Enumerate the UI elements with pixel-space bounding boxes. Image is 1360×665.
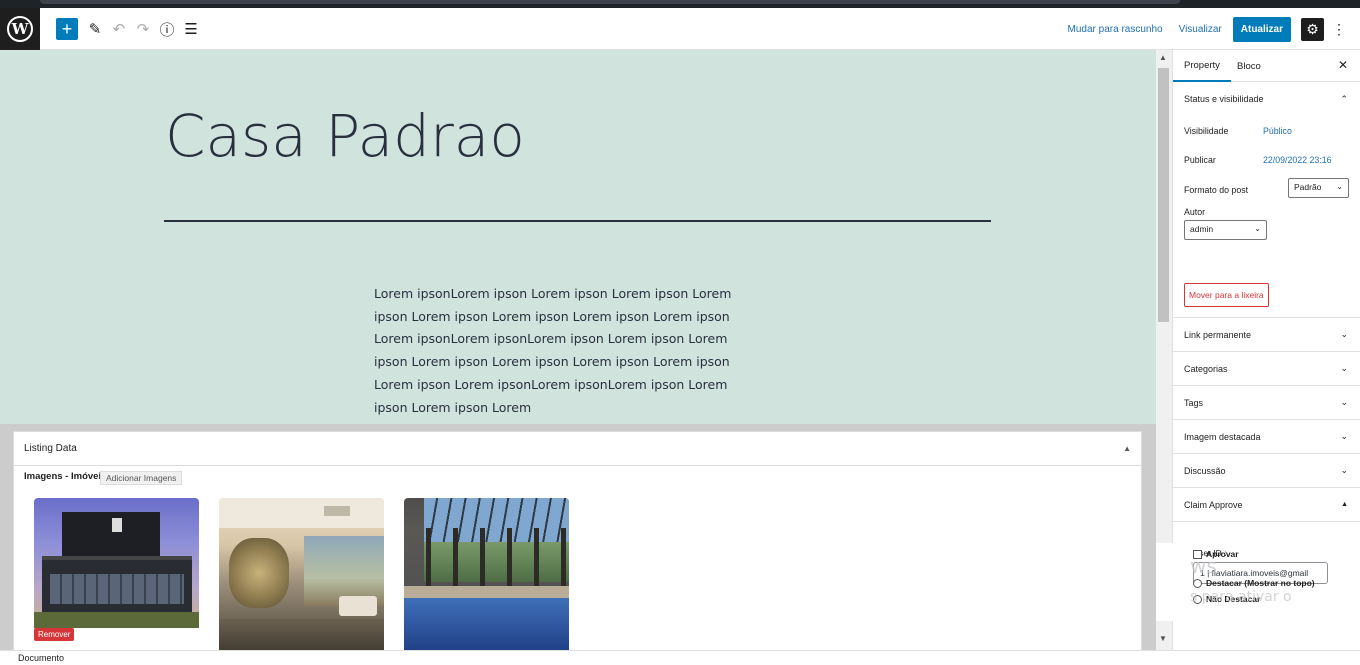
building-glass [50, 574, 184, 604]
collapse-arrow-icon[interactable]: ▲ [1123, 444, 1131, 453]
sidebar-tabs: Property Bloco ✕ [1173, 50, 1360, 82]
edit-tools-icon[interactable]: ✎ [84, 18, 106, 40]
chevron-up-icon: ⌃ [1340, 93, 1348, 104]
chevron-down-icon: ⌄ [1340, 363, 1348, 373]
preview-button[interactable]: Visualizar [1179, 24, 1222, 35]
author-label: Autor [1184, 207, 1206, 217]
details-info-icon[interactable]: ⓘ [156, 18, 178, 40]
options-menu-icon[interactable]: ⋮ [1332, 21, 1346, 38]
discussion-panel-header[interactable]: Discussão ⌄ [1173, 454, 1360, 488]
visibility-value-link[interactable]: Público [1263, 126, 1292, 136]
collapse-arrow-icon: ▲ [1341, 501, 1348, 508]
status-panel-title: Status e visibilidade [1184, 94, 1264, 104]
redo-icon[interactable]: ↷ [132, 18, 154, 40]
sofa-shape [339, 596, 377, 616]
claim-options-overlap [1156, 543, 1173, 621]
chevron-down-icon: ⌄ [1340, 465, 1348, 475]
browser-bar [40, 0, 1180, 4]
claim-approve-panel-title: Claim Approve [1184, 499, 1243, 510]
listing-data-metabox: Listing Data ▲ Imagens - Imóveis Adicion… [13, 431, 1142, 650]
discussion-panel-title: Discussão [1184, 465, 1226, 476]
columns-shape [404, 528, 569, 590]
author-select[interactable]: admin ⌄ [1184, 220, 1267, 240]
featured-image-panel-title: Imagem destacada [1184, 431, 1261, 442]
scroll-up-arrow-icon[interactable]: ▲ [1159, 53, 1167, 62]
images-label: Imagens - Imóveis [24, 471, 107, 482]
wordpress-logo-icon: W [7, 16, 33, 42]
tags-panel-header[interactable]: Tags ⌄ [1173, 386, 1360, 420]
highlight-radio[interactable]: Destacar (Mostrar no topo) [1193, 578, 1315, 588]
chevron-down-icon: ⌄ [1340, 397, 1348, 407]
post-title[interactable]: Casa Padrao [165, 102, 525, 170]
paragraph-block[interactable]: Lorem ipsonLorem ipson Lorem ipson Lorem… [374, 283, 764, 419]
categories-panel-title: Categorias [1184, 363, 1228, 374]
move-to-trash-button[interactable]: Mover para a lixeira [1184, 283, 1269, 307]
status-panel-header[interactable]: Status e visibilidade ⌃ [1173, 82, 1360, 116]
metabox-title: Listing Data [24, 443, 77, 454]
toolbar-right-actions: Mudar para rascunho Visualizar Atualizar… [1068, 8, 1360, 50]
tags-panel-title: Tags [1184, 397, 1204, 408]
building-sign [112, 518, 122, 532]
ceiling-shape [219, 498, 384, 528]
featured-image-panel-header[interactable]: Imagem destacada ⌄ [1173, 420, 1360, 454]
metabox-header[interactable]: Listing Data ▲ [14, 432, 1141, 466]
update-button[interactable]: Atualizar [1232, 16, 1291, 42]
browser-top-strip [0, 0, 1360, 8]
add-images-button[interactable]: Adicionar Imagens [100, 471, 183, 485]
chevron-down-icon: ⌄ [1254, 224, 1261, 233]
ceiling-fixture [324, 506, 350, 516]
highlight-label: Destacar (Mostrar no topo) [1206, 578, 1315, 588]
tab-property[interactable]: Property [1173, 50, 1231, 82]
radio-circle[interactable] [1193, 578, 1202, 588]
add-block-button[interactable]: + [56, 18, 78, 40]
permalink-panel-title: Link permanente [1184, 329, 1252, 340]
publish-label: Publicar [1184, 155, 1216, 165]
tab-bloco[interactable]: Bloco [1237, 50, 1261, 82]
scroll-down-arrow-icon[interactable]: ▼ [1159, 634, 1167, 643]
claim-approve-panel-header[interactable]: Claim Approve ▲ [1173, 488, 1360, 522]
editor-toolbar: W + ✎ ↶ ↷ ⓘ ☰ Mudar para rascunho Visual… [0, 8, 1360, 50]
remove-image-button[interactable]: Remover [34, 628, 75, 641]
publish-date-link[interactable]: 22/09/2022 23:16 [1263, 155, 1332, 165]
cover-block[interactable]: Casa Padrao Lorem ipsonLorem ipson Lorem… [0, 50, 1156, 424]
floor-shape [219, 619, 384, 650]
settings-gear-icon[interactable]: ⚙ [1301, 17, 1324, 41]
separator-line [164, 220, 991, 222]
activation-watermark-line1: ws [1190, 554, 1217, 578]
block-breadcrumb-footer: Documento [0, 650, 1360, 665]
chevron-down-icon: ⌄ [1336, 182, 1343, 191]
foreground-blur [229, 538, 289, 608]
close-sidebar-icon[interactable]: ✕ [1338, 58, 1348, 72]
categories-panel-header[interactable]: Categorias ⌄ [1173, 352, 1360, 386]
visibility-label: Visibilidade [1184, 126, 1229, 136]
ground-shape [34, 612, 199, 628]
pool-shape [404, 598, 569, 650]
chevron-down-icon: ⌄ [1340, 329, 1348, 339]
wordpress-logo-button[interactable]: W [0, 8, 40, 50]
switch-to-draft-button[interactable]: Mudar para rascunho [1068, 24, 1163, 35]
undo-icon[interactable]: ↶ [108, 18, 130, 40]
author-value: admin [1190, 224, 1214, 234]
post-format-label: Formato do post [1184, 185, 1249, 195]
listing-image-1[interactable] [34, 498, 199, 628]
listing-image-3[interactable] [404, 498, 569, 650]
list-view-icon[interactable]: ☰ [180, 18, 202, 40]
post-format-value: Padrão [1294, 182, 1322, 192]
chevron-down-icon: ⌄ [1340, 431, 1348, 441]
listing-image-2[interactable] [219, 498, 384, 650]
editor-canvas: Casa Padrao Lorem ipsonLorem ipson Lorem… [0, 50, 1156, 650]
status-panel-body: Visibilidade Público Publicar 22/09/2022… [1173, 116, 1360, 318]
document-breadcrumb[interactable]: Documento [18, 653, 64, 663]
activation-watermark-line2: s para ativar o [1190, 589, 1292, 605]
post-format-select[interactable]: Padrão ⌄ [1288, 178, 1349, 198]
permalink-panel-header[interactable]: Link permanente ⌄ [1173, 318, 1360, 352]
scrollbar-thumb[interactable] [1158, 68, 1169, 322]
